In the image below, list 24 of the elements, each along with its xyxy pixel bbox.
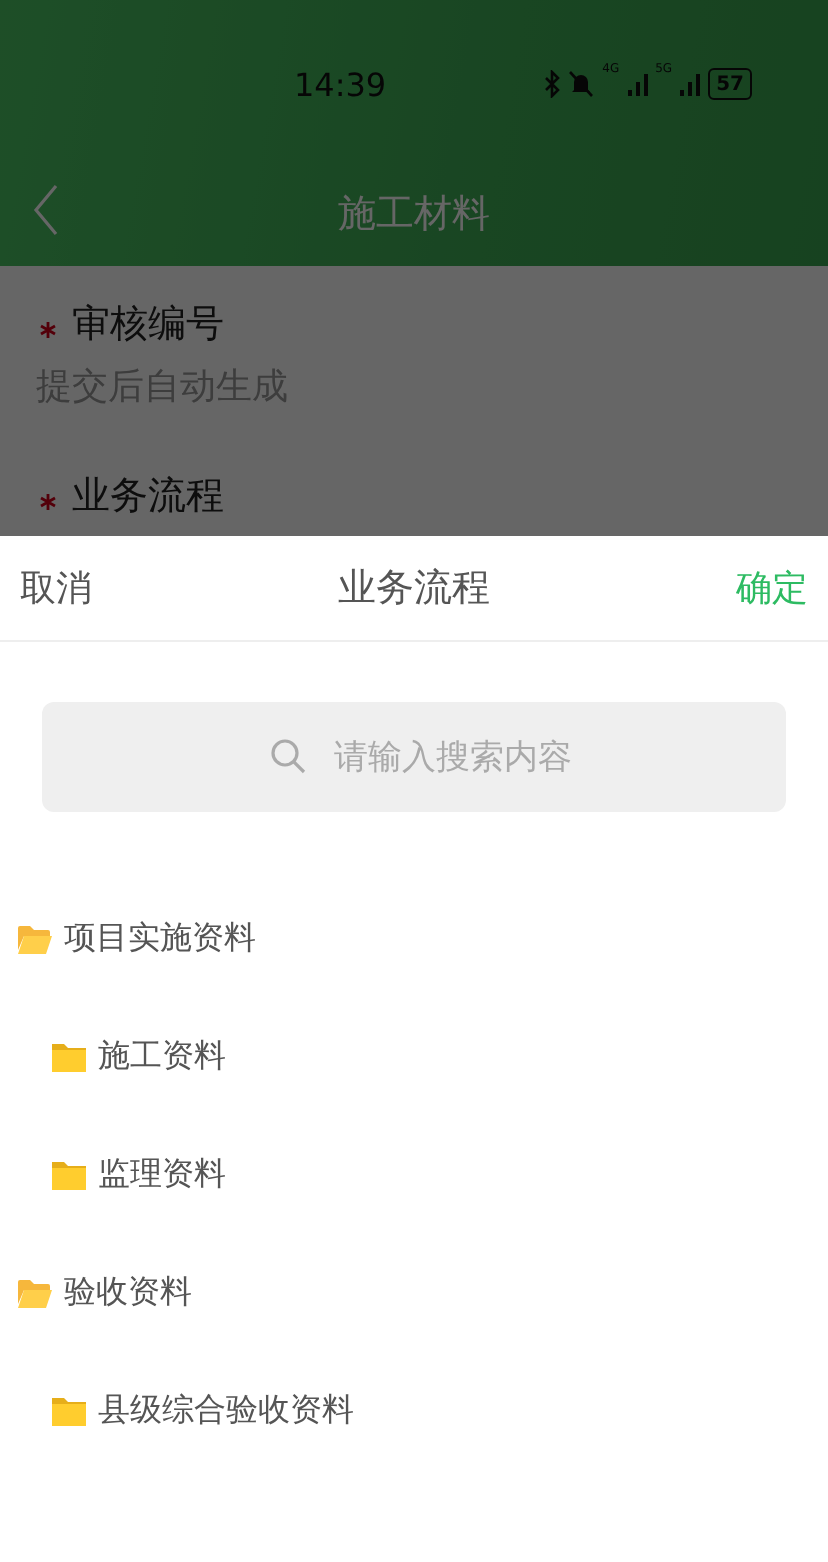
folder-icon (52, 1160, 86, 1190)
bluetooth-icon (544, 70, 561, 98)
field-label: 审核编号 (72, 300, 224, 350)
search-icon (270, 738, 306, 774)
cancel-button[interactable]: 取消 (20, 564, 92, 612)
open-folder-icon (18, 924, 52, 954)
folder-icon (52, 1042, 86, 1072)
clock-time: 14:39 (294, 65, 389, 103)
page-title: 施工材料 (338, 189, 490, 239)
folder-icon (52, 1396, 86, 1426)
signal-icon (680, 72, 701, 96)
tree-item[interactable]: 项目实施资料 (0, 880, 828, 998)
field-label: 业务流程 (72, 472, 224, 522)
tree-item[interactable]: 县级综合验收资料 (0, 1352, 828, 1470)
tree-item[interactable]: 监理资料 (0, 1116, 828, 1234)
bell-muted-icon (568, 70, 595, 98)
battery-level: 57 (708, 68, 752, 100)
open-folder-icon (18, 1278, 52, 1308)
search-field[interactable]: 请输入搜索内容 (42, 702, 786, 812)
signal-icon (627, 72, 648, 96)
sheet-title: 业务流程 (338, 564, 490, 614)
tree-item[interactable]: 施工资料 (0, 998, 828, 1116)
tree-item[interactable]: 验收资料 (0, 1234, 828, 1352)
back-icon[interactable] (32, 184, 60, 236)
